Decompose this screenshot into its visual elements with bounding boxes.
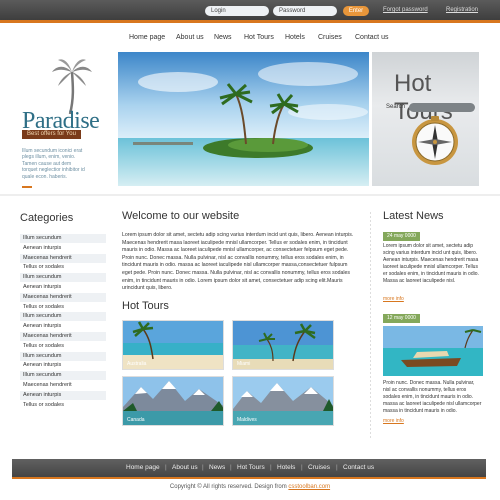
search-label: Search bbox=[386, 104, 406, 110]
category-item[interactable]: Tellus or sodales bbox=[20, 303, 106, 312]
tour-caption: Maldives bbox=[237, 417, 257, 423]
tour-caption: Canada bbox=[127, 417, 145, 423]
category-item[interactable]: Tellus or sodales bbox=[20, 401, 106, 410]
categories-column: Categories Illum secundum Aenean inturpi… bbox=[20, 212, 106, 408]
enter-button[interactable]: Enter bbox=[343, 6, 369, 16]
footer-link-contact[interactable]: Contact us bbox=[343, 464, 374, 471]
category-item[interactable]: Tellus or sodales bbox=[20, 263, 106, 272]
welcome-text: Lorem ipsum dolor sit amet, sectetu adip… bbox=[122, 232, 354, 292]
news-date: 12 may 0000 bbox=[383, 314, 420, 323]
news-text: Proin nunc. Donec massa. Nulla pulvinar,… bbox=[383, 380, 482, 414]
brand-intro: Illum secundum iconici erat plegs illum,… bbox=[22, 148, 85, 180]
hero-image bbox=[118, 52, 369, 186]
category-item[interactable]: Illum secundum bbox=[20, 351, 106, 361]
copyright: Copyright © All rights reserved. Design … bbox=[0, 484, 500, 490]
top-bar: Login Password Enter Forgot password Reg… bbox=[0, 0, 500, 26]
tour-caption: Miami bbox=[237, 361, 251, 367]
nav-item-about[interactable]: About us bbox=[176, 34, 204, 41]
news-text: Lorem ipsum dolor sit amet, sectetu adip… bbox=[383, 243, 479, 284]
nav-item-hot-tours[interactable]: Hot Tours bbox=[244, 34, 274, 41]
hot-tours-title: Hot Tours bbox=[122, 300, 169, 312]
tour-caption: Australia bbox=[127, 361, 147, 367]
more-info-link[interactable]: more info bbox=[383, 296, 404, 302]
category-item[interactable]: Aenean inturpis bbox=[20, 322, 106, 331]
more-info-link[interactable]: more info bbox=[383, 418, 404, 424]
brand-block: Paradise Best offers for You Illum secun… bbox=[20, 58, 116, 198]
news-column: Latest News 24 may 0000 Lorem ipsum dolo… bbox=[383, 210, 483, 424]
nav-item-news[interactable]: News bbox=[214, 34, 232, 41]
main-content: Welcome to our website Lorem ipsum dolor… bbox=[122, 210, 362, 426]
credit-link[interactable]: csstoolban.com bbox=[288, 484, 330, 490]
hot-tours-panel: Hot Tours Search bbox=[369, 52, 479, 186]
nav-item-contact[interactable]: Contact us bbox=[355, 34, 388, 41]
category-item[interactable]: Illum secundum bbox=[20, 273, 106, 283]
category-item[interactable]: Illum secundum bbox=[20, 371, 106, 381]
compass-icon bbox=[412, 116, 458, 165]
footer-link-hot-tours[interactable]: Hot Tours bbox=[237, 464, 265, 471]
tour-thumb-maldives[interactable]: Maldives bbox=[232, 376, 334, 426]
footer-link-cruises[interactable]: Cruises bbox=[308, 464, 330, 471]
category-item[interactable]: Maecenas hendrerit bbox=[20, 381, 106, 390]
category-item[interactable]: Aenean inturpis bbox=[20, 361, 106, 370]
news-date: 24 may 0000 bbox=[383, 232, 420, 241]
footer-nav: Home page | About us | News | Hot Tours … bbox=[12, 459, 486, 479]
category-item[interactable]: Illum secundum bbox=[20, 234, 106, 243]
registration-link[interactable]: Registration bbox=[446, 7, 478, 13]
tour-thumb-canada[interactable]: Canada bbox=[122, 376, 224, 426]
nav-item-hotels[interactable]: Hotels bbox=[285, 34, 305, 41]
footer-link-about[interactable]: About us bbox=[172, 464, 198, 471]
category-item[interactable]: Maecenas hendrerit bbox=[20, 253, 106, 263]
search-input[interactable] bbox=[409, 103, 475, 112]
categories-title: Categories bbox=[20, 212, 74, 224]
nav-item-cruises[interactable]: Cruises bbox=[318, 34, 342, 41]
main-nav: Home page About us News Hot Tours Hotels… bbox=[0, 30, 500, 48]
category-item[interactable]: Aenean inturpis bbox=[20, 244, 106, 253]
footer-link-news[interactable]: News bbox=[209, 464, 225, 471]
category-item[interactable]: Maecenas hendrerit bbox=[20, 332, 106, 341]
category-item[interactable]: Tellus or sodales bbox=[20, 342, 106, 351]
forgot-password-link[interactable]: Forgot password bbox=[383, 7, 428, 13]
news-image bbox=[383, 326, 483, 376]
category-item[interactable]: Illum secundum bbox=[20, 312, 106, 322]
news-title: Latest News bbox=[383, 210, 444, 222]
copyright-text: Copyright © All rights reserved. Design … bbox=[169, 484, 289, 490]
category-item[interactable]: Aenean inturpis bbox=[20, 283, 106, 292]
nav-item-home[interactable]: Home page bbox=[129, 34, 165, 41]
login-input[interactable]: Login bbox=[205, 6, 269, 16]
welcome-title: Welcome to our website bbox=[122, 210, 240, 222]
page: Login Password Enter Forgot password Reg… bbox=[0, 0, 500, 500]
category-item[interactable]: Aenean inturpis bbox=[20, 390, 106, 400]
tour-thumb-miami[interactable]: Miami bbox=[232, 320, 334, 370]
palm-tree-logo bbox=[52, 59, 92, 114]
footer-link-hotels[interactable]: Hotels bbox=[277, 464, 295, 471]
tour-thumb-australia[interactable]: Australia bbox=[122, 320, 224, 370]
password-input[interactable]: Password bbox=[273, 6, 337, 16]
category-item[interactable]: Maecenas hendrerit bbox=[20, 292, 106, 302]
brand-tagline: Best offers for You bbox=[22, 130, 81, 139]
footer-link-home[interactable]: Home page bbox=[126, 464, 160, 471]
